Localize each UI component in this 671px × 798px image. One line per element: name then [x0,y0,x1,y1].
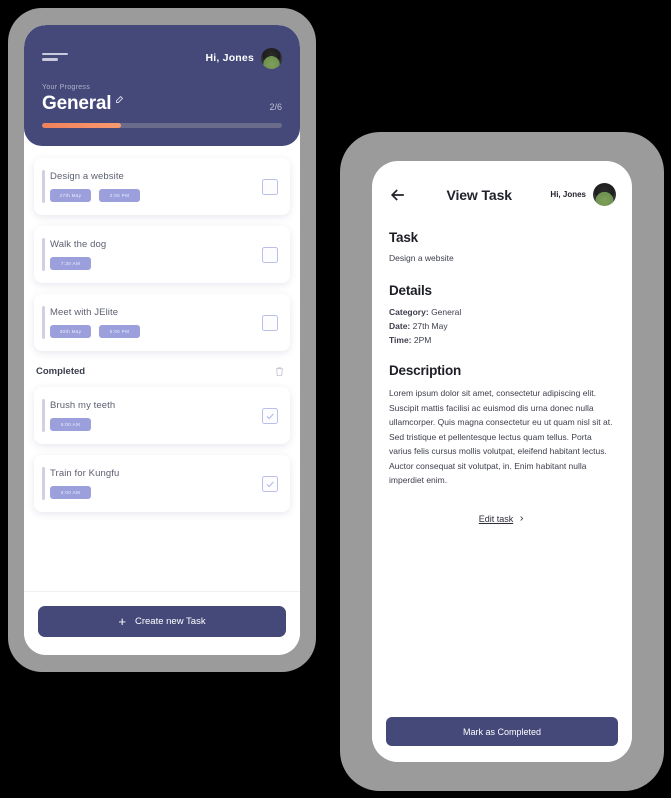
page-title: General [42,93,112,114]
detail-value-time: 2PM [413,335,432,345]
detail-content: Task Design a website Details Category: … [372,212,632,705]
create-task-label: Create new Task [135,616,206,627]
task-content: Brush my teeth 5:00 AM [50,400,262,431]
task-checkbox-checked[interactable] [262,407,278,424]
chevron-right-icon [520,516,524,521]
details-section-heading: Details [389,283,432,298]
task-tags: 6:00 AM [50,486,262,499]
task-accent-bar [42,467,45,500]
task-list: Design a website 27th May 2:00 PM Walk t… [24,146,300,512]
check-icon [266,412,274,419]
detail-header: View Task Hi, Jones [372,161,632,212]
greeting-text: Hi, Jones [550,190,586,199]
mark-as-completed-button[interactable]: Mark as Completed [386,717,618,746]
detail-key-date: Date: [389,321,411,331]
category-title-group: General [42,93,124,115]
edit-task-link[interactable]: Edit task [389,514,615,524]
progress-bar-fill [42,123,122,128]
avatar[interactable] [261,47,282,69]
task-row[interactable]: Meet with JElite 30th May 5:00 PM [34,294,290,351]
detail-value-date: 27th May [412,321,448,331]
detail-row-category: Category: General [389,305,615,319]
task-tag-time: 5:00 AM [50,418,91,431]
description-section-heading: Description [389,363,462,378]
description-text: Lorem ipsum dolor sit amet, consectetur … [389,388,613,485]
progress-bar-track [42,123,282,128]
create-new-task-button[interactable]: + Create new Task [38,606,286,637]
task-content: Train for Kungfu 6:00 AM [50,468,262,499]
progress-label: Your Progress [42,84,90,91]
header-top-row: Hi, Jones [42,43,282,73]
task-title: Walk the dog [50,239,107,250]
completed-task-row[interactable]: Brush my teeth 5:00 AM [34,387,290,444]
detail-key-category: Category: [389,307,429,317]
completed-header-label: Completed [36,366,86,377]
task-row[interactable]: Walk the dog 7:30 AM [34,226,290,283]
phone-frame-home: Hi, Jones Your Progress General 2/6 Desi… [8,8,316,672]
task-tags: 5:00 AM [50,418,262,431]
task-tags: 30th May 5:00 PM [50,325,262,338]
check-icon [266,480,274,487]
detail-key-time: Time: [389,335,412,345]
task-title: Train for Kungfu [50,468,120,479]
task-tag-time: 7:30 AM [50,257,91,270]
detail-row-time: Time: 2PM [389,333,615,347]
task-checkbox[interactable] [262,246,278,263]
user-greeting-group[interactable]: Hi, Jones [205,47,282,69]
detail-row-date: Date: 27th May [389,319,615,333]
task-tags: 7:30 AM [50,257,262,270]
task-row[interactable]: Design a website 27th May 2:00 PM [34,158,290,215]
task-checkbox-checked[interactable] [262,475,278,492]
phone-frame-detail: View Task Hi, Jones Task Design a websit… [340,132,664,791]
task-tag-date: 27th May [50,189,91,202]
task-accent-bar [42,238,45,271]
category-row: General 2/6 [42,93,282,115]
completed-task-row[interactable]: Train for Kungfu 6:00 AM [34,455,290,512]
detail-page-title: View Task [446,186,512,203]
edit-pencil-icon[interactable] [115,95,124,104]
task-content: Meet with JElite 30th May 5:00 PM [50,307,262,338]
view-task-screen: View Task Hi, Jones Task Design a websit… [372,161,632,762]
hamburger-icon[interactable] [42,52,68,64]
task-checkbox[interactable] [262,178,278,195]
task-content: Design a website 27th May 2:00 PM [50,171,262,202]
details-list: Category: General Date: 27th May Time: 2… [389,305,615,347]
task-accent-bar [42,306,45,339]
task-tag-time: 5:00 PM [99,325,140,338]
home-header: Hi, Jones Your Progress General 2/6 [24,25,300,146]
progress-fraction: 2/6 [269,102,282,112]
task-accent-bar [42,399,45,432]
mark-complete-bar: Mark as Completed [372,705,632,762]
task-tags: 27th May 2:00 PM [50,189,262,202]
task-tag-time: 6:00 AM [50,486,91,499]
task-section-heading: Task [389,230,418,245]
detail-value-category: General [431,307,462,317]
task-tag-time: 2:00 PM [99,189,140,202]
greeting-text: Hi, Jones [205,52,254,64]
create-task-bar: + Create new Task [24,591,300,655]
task-content: Walk the dog 7:30 AM [50,239,262,270]
task-tag-date: 30th May [50,325,91,338]
task-title: Design a website [50,171,124,182]
task-title: Meet with JElite [50,307,119,318]
completed-section-header: Completed [34,362,290,387]
user-greeting-group[interactable]: Hi, Jones [550,183,616,206]
arrow-left-icon[interactable] [388,185,408,205]
task-name-value: Design a website [389,253,454,263]
task-checkbox[interactable] [262,314,278,331]
avatar[interactable] [593,183,616,206]
trash-icon[interactable] [274,366,285,377]
task-accent-bar [42,170,45,203]
home-screen: Hi, Jones Your Progress General 2/6 Desi… [24,25,300,655]
plus-icon: + [118,614,126,629]
edit-task-label: Edit task [478,513,514,524]
task-title: Brush my teeth [50,400,116,411]
